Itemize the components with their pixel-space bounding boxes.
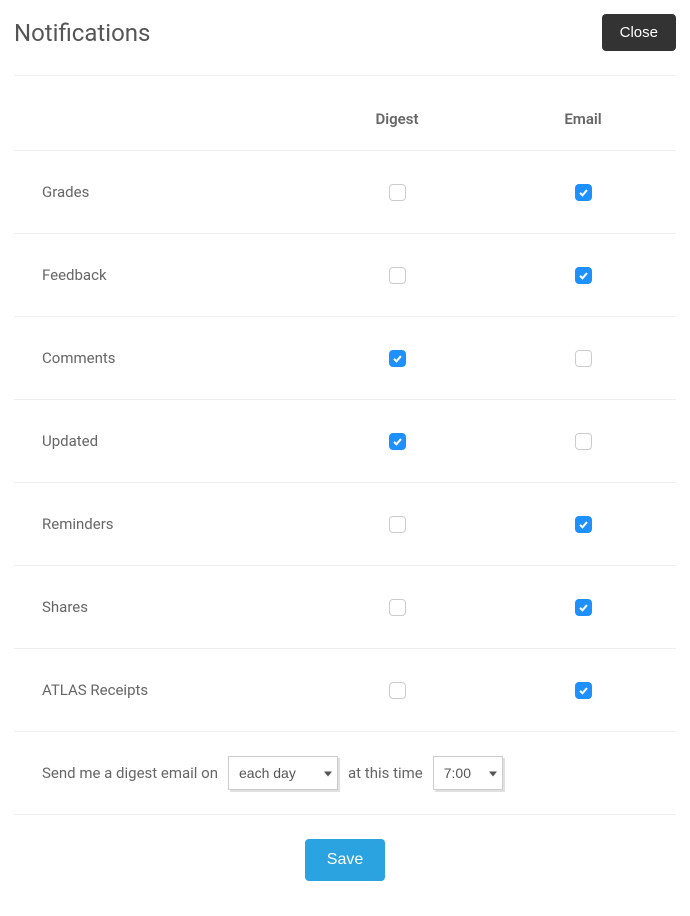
row-label: Shares — [14, 598, 304, 616]
digest-prefix-label: Send me a digest email on — [42, 764, 218, 782]
digest-checkbox[interactable] — [389, 433, 406, 450]
table-row: Updated — [14, 400, 676, 483]
row-label: Comments — [14, 349, 304, 367]
column-header-digest: Digest — [304, 110, 490, 128]
digest-time-select[interactable]: 7:00 — [433, 756, 503, 790]
digest-checkbox[interactable] — [389, 599, 406, 616]
row-label: Grades — [14, 183, 304, 201]
table-row: Reminders — [14, 483, 676, 566]
email-checkbox[interactable] — [575, 267, 592, 284]
digest-frequency-select[interactable]: each day — [228, 756, 338, 790]
save-button[interactable]: Save — [305, 839, 385, 881]
email-checkbox[interactable] — [575, 516, 592, 533]
header: Notifications Close — [14, 14, 676, 76]
row-label: ATLAS Receipts — [14, 681, 304, 699]
column-header-email: Email — [490, 110, 676, 128]
page-title: Notifications — [14, 19, 150, 47]
digest-checkbox[interactable] — [389, 682, 406, 699]
digest-checkbox[interactable] — [389, 184, 406, 201]
email-checkbox[interactable] — [575, 184, 592, 201]
email-checkbox[interactable] — [575, 433, 592, 450]
email-checkbox[interactable] — [575, 599, 592, 616]
row-label: Reminders — [14, 515, 304, 533]
digest-checkbox[interactable] — [389, 516, 406, 533]
digest-checkbox[interactable] — [389, 267, 406, 284]
digest-schedule-row: Send me a digest email on each day at th… — [14, 732, 676, 815]
save-row: Save — [14, 815, 676, 881]
table-row: ATLAS Receipts — [14, 649, 676, 732]
email-checkbox[interactable] — [575, 350, 592, 367]
table-row: Feedback — [14, 234, 676, 317]
close-button[interactable]: Close — [602, 14, 676, 51]
digest-middle-label: at this time — [348, 764, 423, 782]
table-row: Grades — [14, 151, 676, 234]
row-label: Feedback — [14, 266, 304, 284]
table-row: Shares — [14, 566, 676, 649]
table-row: Comments — [14, 317, 676, 400]
email-checkbox[interactable] — [575, 682, 592, 699]
column-headers: Digest Email — [14, 76, 676, 151]
row-label: Updated — [14, 432, 304, 450]
digest-checkbox[interactable] — [389, 350, 406, 367]
